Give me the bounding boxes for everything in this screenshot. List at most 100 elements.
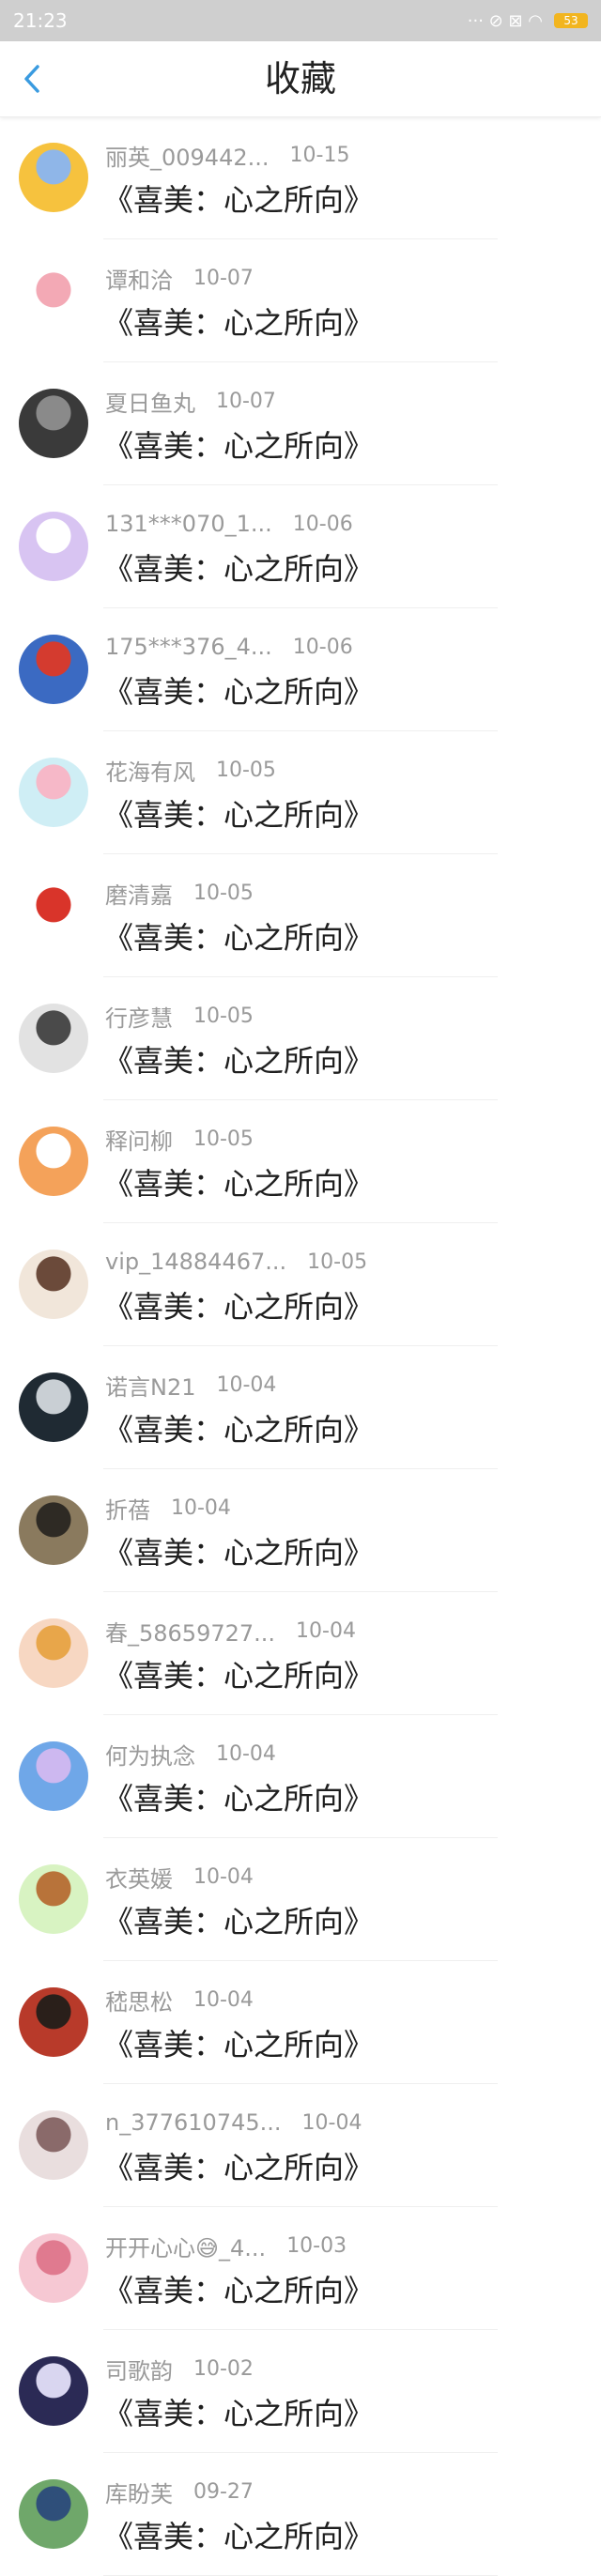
username: 131***070_1... [105,511,272,537]
item-meta: 春_58659727... 10-04 [105,1617,356,1647]
item-title: 《喜美：心之所向》 [103,1781,375,1817]
username: 嵇思松 [105,1988,173,2016]
username: 谭和洽 [105,267,173,294]
item-title: 《喜美：心之所向》 [103,1412,375,1448]
avatar[interactable] [19,143,88,212]
item-meta: 花海有风 10-05 [105,756,276,786]
item-title: 《喜美：心之所向》 [103,1043,375,1079]
list-item[interactable]: 诺言N21 10-04 《喜美：心之所向》 [0,1346,601,1469]
item-meta: n_377610745... 10-04 [105,2108,362,2137]
list-item[interactable]: 嵇思松 10-04 《喜美：心之所向》 [0,1961,601,2084]
date: 10-04 [171,1495,231,1520]
date: 10-05 [193,881,254,905]
status-bar: 21:23 ··· ⊘ ⊠ ◠ 53 [0,0,601,41]
avatar[interactable] [19,2233,88,2303]
date: 10-06 [292,512,353,536]
username: 库盼芙 [105,2480,173,2507]
item-title: 《喜美：心之所向》 [103,2150,375,2185]
list-item[interactable]: 司歌韵 10-02 《喜美：心之所向》 [0,2330,601,2453]
avatar[interactable] [19,881,88,950]
date: 10-04 [216,1741,276,1766]
list-item[interactable]: 131***070_1... 10-06 《喜美：心之所向》 [0,485,601,608]
list-item[interactable]: 夏日鱼丸 10-07 《喜美：心之所向》 [0,362,601,485]
date: 10-02 [193,2356,254,2381]
avatar[interactable] [19,2479,88,2549]
item-meta: 磨清嘉 10-05 [105,879,254,909]
item-title: 《喜美：心之所向》 [103,2396,375,2431]
avatar[interactable] [19,1372,88,1442]
date: 10-15 [289,143,350,167]
list-item[interactable]: 释问柳 10-05 《喜美：心之所向》 [0,1100,601,1223]
avatar[interactable] [19,1864,88,1934]
username: 丽英_009442... [105,144,270,171]
list-item[interactable]: n_377610745... 10-04 《喜美：心之所向》 [0,2084,601,2207]
date: 10-05 [216,758,276,782]
item-meta: 夏日鱼丸 10-07 [105,387,276,417]
username: 诺言N21 [105,1373,196,1401]
list-item[interactable]: 磨清嘉 10-05 《喜美：心之所向》 [0,854,601,977]
item-meta: 司歌韵 10-02 [105,2354,254,2384]
item-meta: 175***376_4... 10-06 [105,633,353,661]
item-title: 《喜美：心之所向》 [103,920,375,956]
list-item[interactable]: 175***376_4... 10-06 《喜美：心之所向》 [0,608,601,731]
item-meta: 释问柳 10-05 [105,1125,254,1155]
item-title: 《喜美：心之所向》 [103,797,375,833]
date: 10-05 [307,1250,368,1274]
avatar[interactable] [19,758,88,827]
date: 10-05 [193,1004,254,1028]
page-title: 收藏 [264,58,336,100]
list-item[interactable]: 丽英_009442... 10-15 《喜美：心之所向》 [0,116,601,239]
list-item[interactable]: 库盼芙 09-27 《喜美：心之所向》 [0,2453,601,2576]
list-item[interactable]: vip_14884467... 10-05 《喜美：心之所向》 [0,1223,601,1346]
list-item[interactable]: 花海有风 10-05 《喜美：心之所向》 [0,731,601,854]
avatar[interactable] [19,2110,88,2180]
list-item[interactable]: 行彦慧 10-05 《喜美：心之所向》 [0,977,601,1100]
list-item[interactable]: 谭和洽 10-07 《喜美：心之所向》 [0,239,601,362]
item-title: 《喜美：心之所向》 [103,305,375,341]
header: 收藏 [0,41,601,117]
item-title: 《喜美：心之所向》 [103,182,375,218]
avatar[interactable] [19,1618,88,1688]
item-meta: 库盼芙 09-27 [105,2477,254,2507]
item-meta: 折蓓 10-04 [105,1494,231,1524]
date: 10-04 [301,2110,362,2135]
item-title: 《喜美：心之所向》 [103,1166,375,1202]
avatar[interactable] [19,635,88,704]
item-title: 《喜美：心之所向》 [103,2273,375,2308]
avatar[interactable] [19,512,88,581]
avatar[interactable] [19,266,88,335]
list-item[interactable]: 春_58659727... 10-04 《喜美：心之所向》 [0,1592,601,1715]
avatar[interactable] [19,389,88,458]
date: 10-07 [216,389,276,413]
avatar[interactable] [19,1987,88,2057]
list-item[interactable]: 折蓓 10-04 《喜美：心之所向》 [0,1469,601,1592]
item-title: 《喜美：心之所向》 [103,2027,375,2062]
status-icons: ··· ⊘ ⊠ ◠ 53 [468,11,588,31]
avatar[interactable] [19,1250,88,1319]
list-item[interactable]: 衣英媛 10-04 《喜美：心之所向》 [0,1838,601,1961]
username: 行彦慧 [105,1004,173,1032]
username: 花海有风 [105,759,195,786]
username: 释问柳 [105,1127,173,1155]
list-item[interactable]: 何为执念 10-04 《喜美：心之所向》 [0,1715,601,1838]
date: 10-07 [193,266,254,290]
back-button[interactable] [11,56,53,101]
avatar[interactable] [19,2356,88,2426]
avatar[interactable] [19,1004,88,1073]
item-title: 《喜美：心之所向》 [103,551,375,587]
username: 何为执念 [105,1742,195,1770]
username: n_377610745... [105,2109,282,2136]
avatar[interactable] [19,1741,88,1811]
item-meta: 131***070_1... 10-06 [105,510,353,538]
username: 夏日鱼丸 [105,390,195,417]
avatar[interactable] [19,1495,88,1565]
list-item[interactable]: 开开心心😅_4... 10-03 《喜美：心之所向》 [0,2207,601,2330]
battery-icon: 53 [554,13,588,28]
item-meta: 嵇思松 10-04 [105,1986,254,2016]
item-title: 《喜美：心之所向》 [103,1658,375,1694]
status-time: 21:23 [13,9,68,32]
username: 司歌韵 [105,2357,173,2384]
avatar[interactable] [19,1127,88,1196]
username: 春_58659727... [105,1619,276,1647]
item-meta: 谭和洽 10-07 [105,264,254,294]
